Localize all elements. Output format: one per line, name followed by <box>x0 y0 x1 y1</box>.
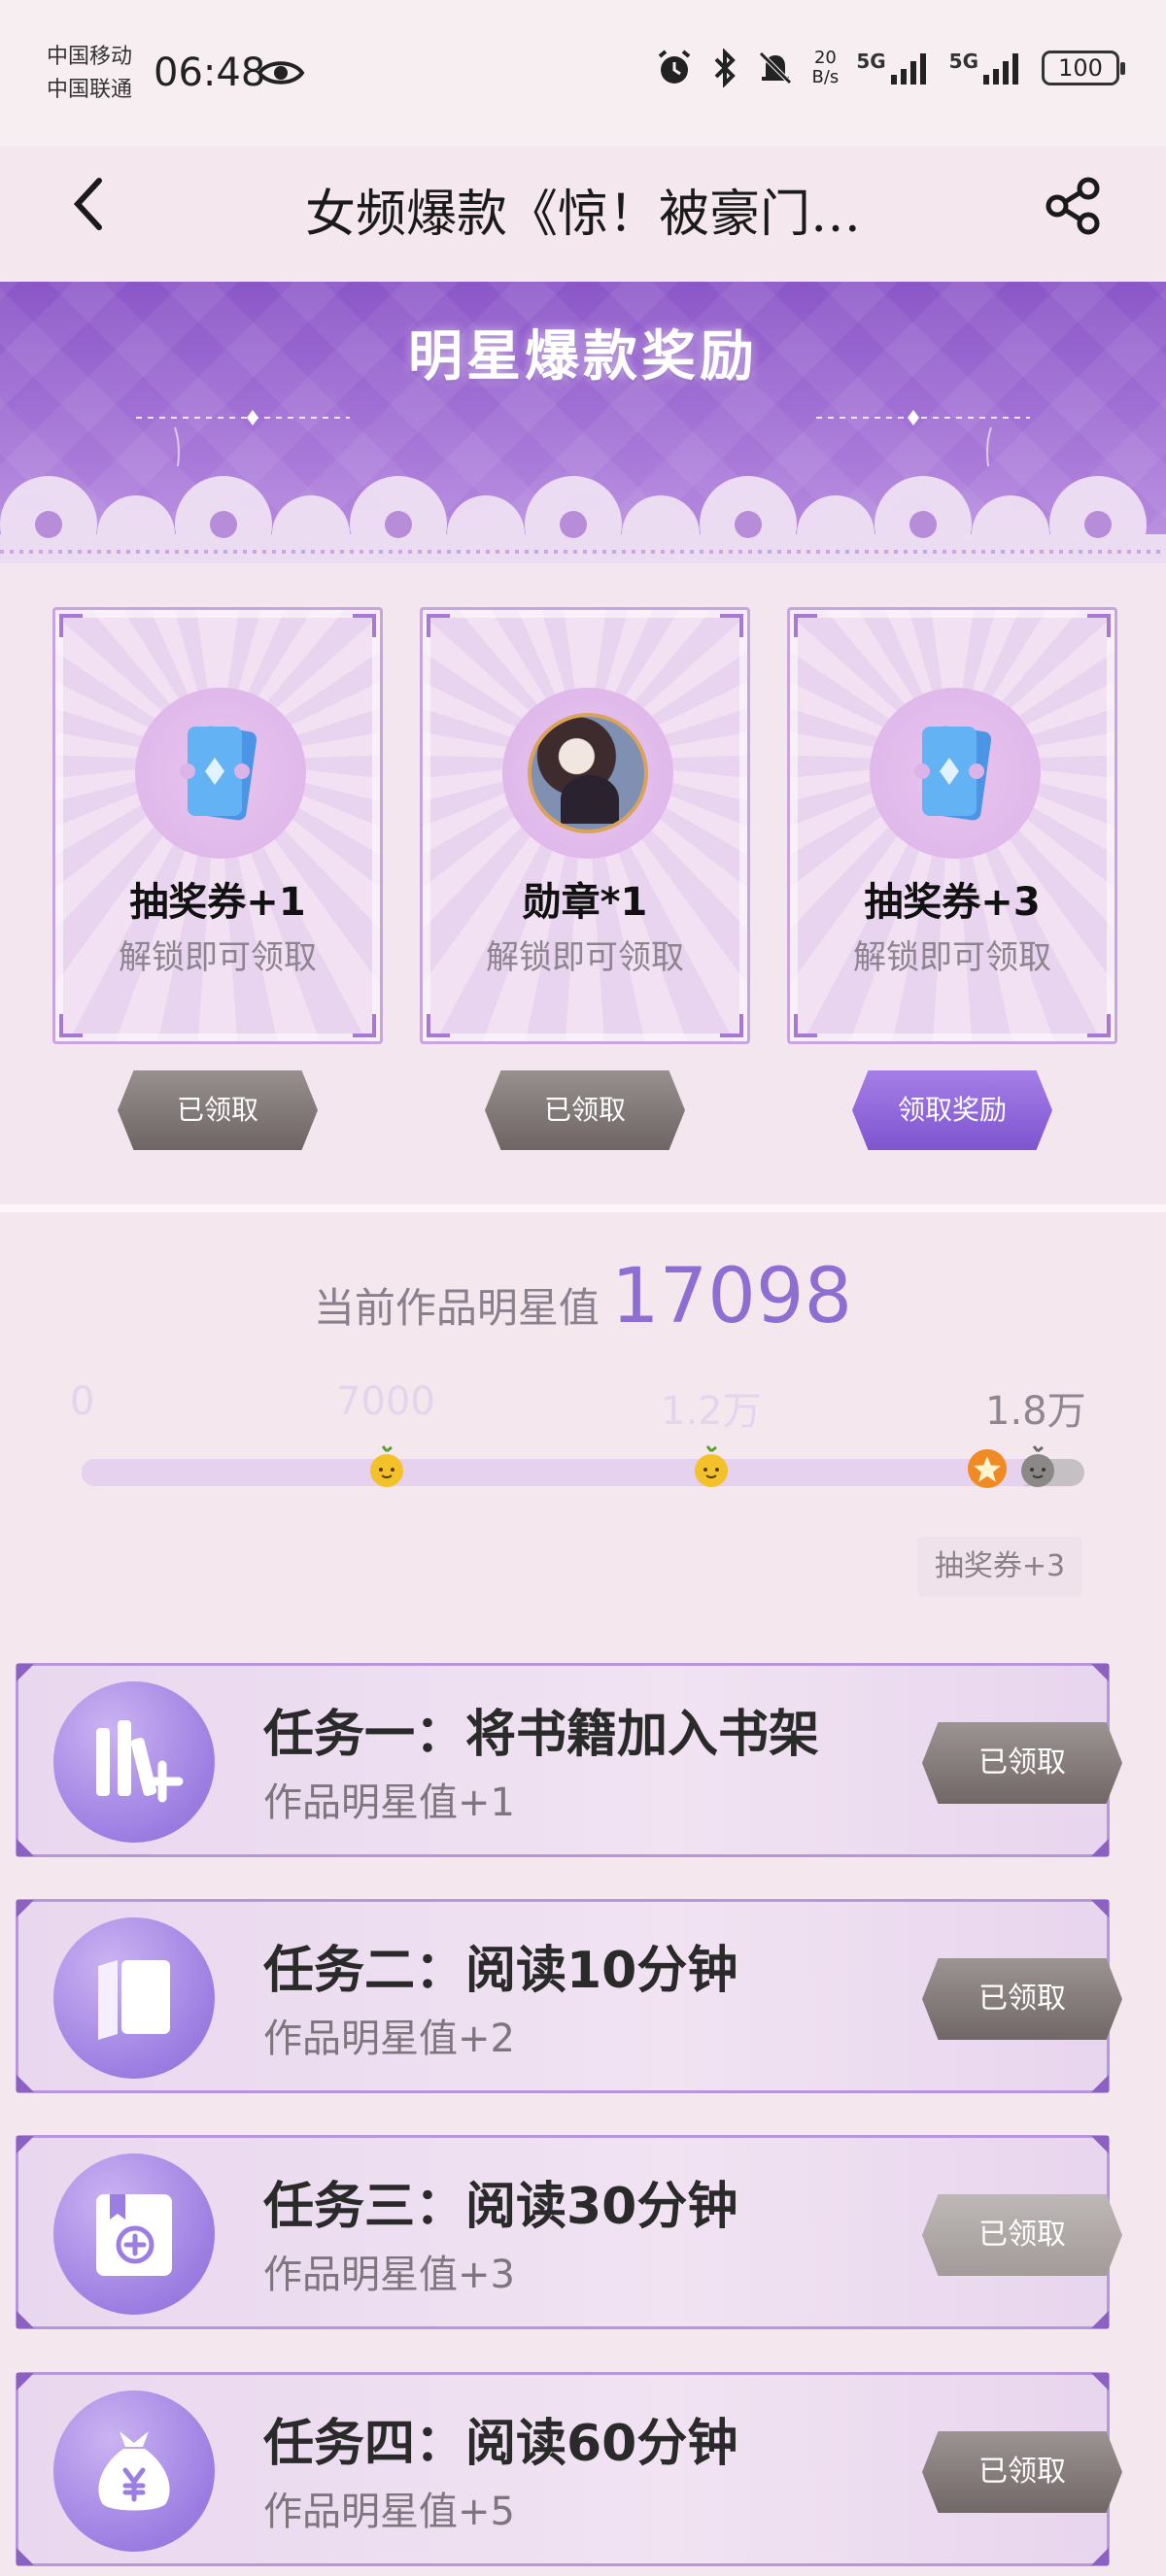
reward-banner: 明星爆款奖励 <box>0 282 1166 563</box>
reward-name: 抽奖券+3 <box>864 880 1041 925</box>
task-title: 任务四：阅读60分钟 <box>263 2415 738 2473</box>
milestone-label: 1.2万 <box>661 1389 762 1434</box>
locked-fruit-icon <box>1021 1445 1054 1487</box>
task-title: 任务二：阅读10分钟 <box>263 1942 738 2000</box>
signal-1-label: 5G <box>856 50 886 73</box>
task-card: 任务三：阅读30分钟 作品明星值+3 已领取 <box>16 2135 1122 2329</box>
star-value: 当前作品明星值 17098 <box>0 1253 1166 1340</box>
claim-reward-button[interactable]: 领取奖励 <box>852 1070 1052 1150</box>
task-reward: 作品明星值+5 <box>263 2490 515 2534</box>
reward-name: 抽奖券+1 <box>129 880 306 925</box>
task-claimed-button[interactable]: 已领取 <box>922 1958 1122 2040</box>
progress-bar <box>82 1459 1084 1486</box>
task-card: 任务二：阅读10分钟 作品明星值+2 已领取 <box>16 1899 1122 2093</box>
task-claimed-button[interactable]: 已领取 <box>922 2194 1122 2276</box>
signal-1: 5G <box>856 50 931 86</box>
reward-card: 勋章*1 解锁即可领取 <box>420 607 750 1044</box>
bookmark-add-icon <box>53 2153 215 2315</box>
section-divider <box>0 1204 1166 1212</box>
signal-2: 5G <box>949 50 1024 86</box>
reward-name: 勋章*1 <box>522 880 648 925</box>
status-time: 06:48 <box>154 51 266 95</box>
bookshelf-add-icon <box>53 1681 215 1843</box>
task-reward: 作品明星值+1 <box>263 1780 515 1825</box>
reward-desc: 解锁即可领取 <box>853 938 1051 977</box>
task-reward: 作品明星值+3 <box>263 2253 515 2297</box>
battery-indicator: 100 <box>1042 51 1125 85</box>
signal-bars-icon <box>983 53 1018 85</box>
star-value-label: 当前作品明星值 <box>313 1284 600 1332</box>
progress-fill <box>82 1459 1035 1486</box>
reward-section: 抽奖券+1 解锁即可领取 勋章*1 解锁即可领取 抽奖券+3 解锁即可领取 已领… <box>0 563 1166 1209</box>
ticket-icon <box>870 688 1041 859</box>
task-title: 任务一：将书籍加入书架 <box>263 1706 820 1764</box>
mute-bell-icon <box>757 51 793 85</box>
alarm-icon <box>658 50 690 84</box>
task-title: 任务三：阅读30分钟 <box>263 2178 738 2236</box>
network-speed: 20 B/s <box>812 49 840 87</box>
status-icons: 20 B/s 5G 5G 100 <box>655 49 1125 87</box>
reward-card: 抽奖券+1 解锁即可领取 <box>52 607 383 1044</box>
task-claimed-button[interactable]: 已领取 <box>922 2431 1122 2513</box>
medal-icon <box>502 688 673 859</box>
reward-desc: 解锁即可领取 <box>486 938 684 977</box>
signal-2-label: 5G <box>948 50 978 73</box>
fruit-milestone-icon <box>695 1445 728 1487</box>
carrier-1: 中国移动 <box>47 45 133 69</box>
milestone-label: 7000 <box>336 1379 435 1424</box>
carrier-info: 中国移动 中国联通 <box>47 41 132 107</box>
milestone-label: 1.8万 <box>985 1389 1086 1434</box>
task-claimed-button[interactable]: 已领取 <box>922 1722 1122 1804</box>
bluetooth-icon <box>714 49 736 87</box>
back-icon[interactable] <box>68 175 107 233</box>
task-card: 任务一：将书籍加入书架 作品明星值+1 已领取 <box>16 1663 1122 1857</box>
task-card: 任务四：阅读60分钟 作品明星值+5 已领取 <box>16 2372 1122 2566</box>
net-speed-unit: B/s <box>811 67 840 87</box>
claimed-button[interactable]: 已领取 <box>485 1070 685 1150</box>
open-book-icon <box>53 1917 215 2079</box>
lace-border <box>0 476 1166 563</box>
reward-desc: 解锁即可领取 <box>119 938 317 977</box>
signal-bars-icon <box>890 53 926 85</box>
reward-card: 抽奖券+3 解锁即可领取 <box>787 607 1117 1044</box>
milestone-label: 0 <box>70 1379 95 1424</box>
star-value-number: 17098 <box>610 1253 853 1340</box>
eye-icon <box>257 61 305 85</box>
banner-title: 明星爆款奖励 <box>408 325 758 389</box>
net-speed-value: 20 <box>813 48 837 68</box>
carrier-2: 中国联通 <box>47 78 133 102</box>
status-bar: 中国移动 中国联通 06:48 20 B/s 5G 5G 100 女频爆款《惊！… <box>0 0 1166 244</box>
page-title: 女频爆款《惊！被豪门… <box>304 186 861 244</box>
ticket-icon <box>135 688 306 859</box>
share-icon[interactable] <box>1044 177 1104 235</box>
money-bag-icon <box>53 2390 215 2552</box>
task-reward: 作品明星值+2 <box>263 2017 515 2061</box>
next-reward-tag: 抽奖券+3 <box>917 1537 1082 1597</box>
star-progress-marker-icon <box>968 1449 1007 1488</box>
medal-portrait <box>528 713 648 833</box>
claimed-button[interactable]: 已领取 <box>118 1070 318 1150</box>
fruit-milestone-icon <box>370 1445 403 1487</box>
